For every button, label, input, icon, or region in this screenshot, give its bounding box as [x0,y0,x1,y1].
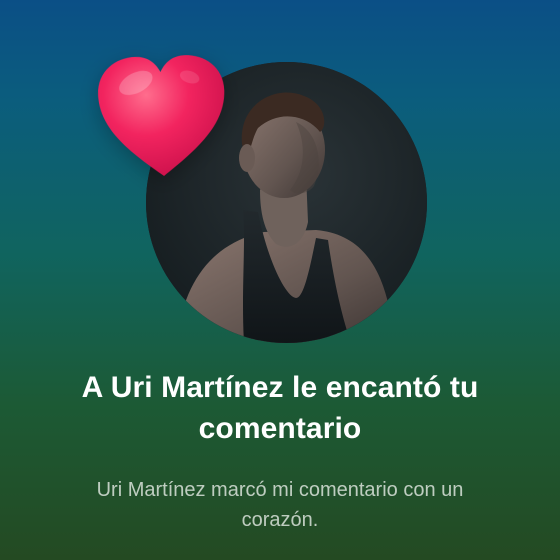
love-reaction-screen: A Uri Martínez le encantó tu comentario … [0,0,560,560]
heart-icon [93,50,231,183]
notification-subtitle: Uri Martínez marcó mi comentario con un … [96,479,464,531]
notification-title: A Uri Martínez le encantó tu comentario [81,371,479,445]
